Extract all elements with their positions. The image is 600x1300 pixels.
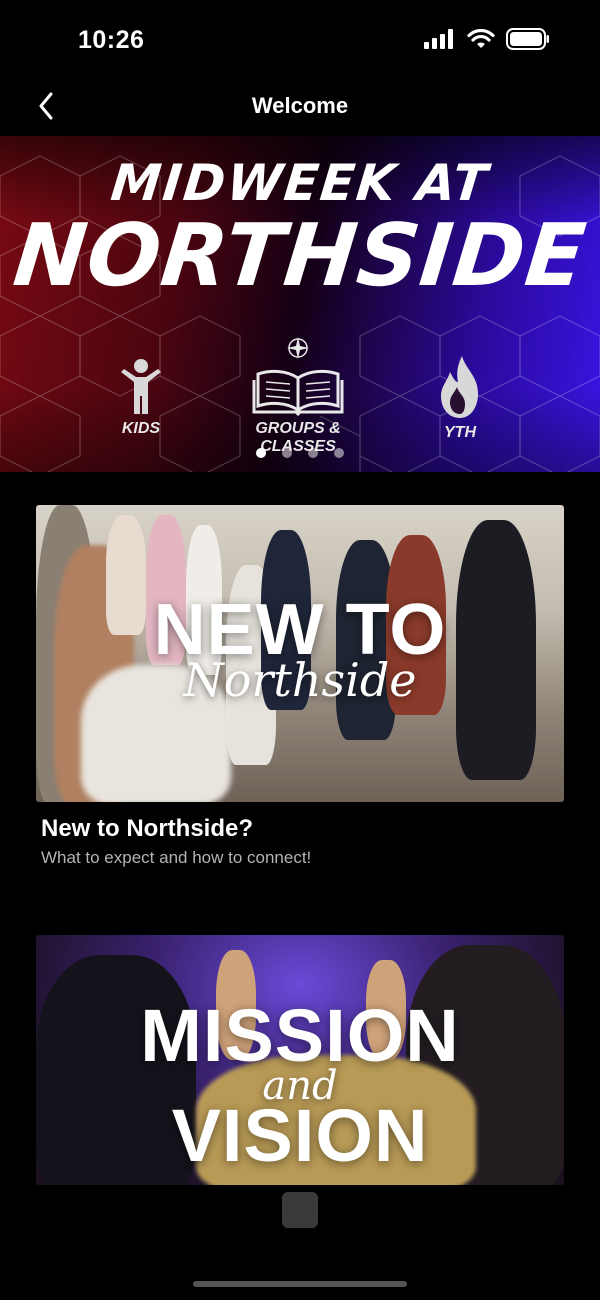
flame-icon xyxy=(441,356,478,418)
page-dot[interactable] xyxy=(308,448,318,458)
battery-icon xyxy=(506,28,549,50)
status-bar: 10:26 xyxy=(0,0,600,80)
ministry-label-kids: KIDS xyxy=(121,420,161,437)
mission-and-vision-image[interactable]: MISSION and VISION xyxy=(36,935,564,1185)
status-icons xyxy=(424,28,550,50)
floating-square-indicator xyxy=(282,1192,318,1228)
navigation-bar: Welcome xyxy=(0,80,600,132)
ministry-label-youth: YTH xyxy=(444,424,476,441)
wifi-icon xyxy=(467,29,495,48)
hero-carousel[interactable]: MIDWEEK AT NORTHSIDE KIDS GROUPS & CLASS… xyxy=(0,136,600,472)
card-subtitle-new-to-northside: What to expect and how to connect! xyxy=(41,848,312,867)
compass-star-icon xyxy=(287,337,309,359)
signal-icon xyxy=(424,29,453,49)
new-to-northside-image[interactable]: NEW TO Northside xyxy=(36,505,564,802)
child-icon xyxy=(121,359,161,414)
carousel-page-indicator[interactable] xyxy=(0,448,600,458)
ministry-groups: GROUPS & CLASSES xyxy=(244,336,352,456)
ministry-kids: KIDS xyxy=(112,358,170,438)
hero-heading-line2: NORTHSIDE xyxy=(9,206,591,306)
page-dot[interactable] xyxy=(334,448,344,458)
open-book-icon xyxy=(252,369,344,416)
northside-script-text: Northside xyxy=(183,653,417,707)
card-title-new-to-northside[interactable]: New to Northside? xyxy=(41,815,253,843)
vision-image-title: VISION xyxy=(171,1094,429,1177)
ministry-youth: YTH xyxy=(430,354,490,442)
page-dot[interactable] xyxy=(256,448,266,458)
page-dot[interactable] xyxy=(282,448,292,458)
hero-heading-line1: MIDWEEK AT xyxy=(108,154,492,212)
page-title: Welcome xyxy=(251,93,349,118)
home-indicator[interactable] xyxy=(193,1281,407,1287)
status-time: 10:26 xyxy=(78,26,145,54)
